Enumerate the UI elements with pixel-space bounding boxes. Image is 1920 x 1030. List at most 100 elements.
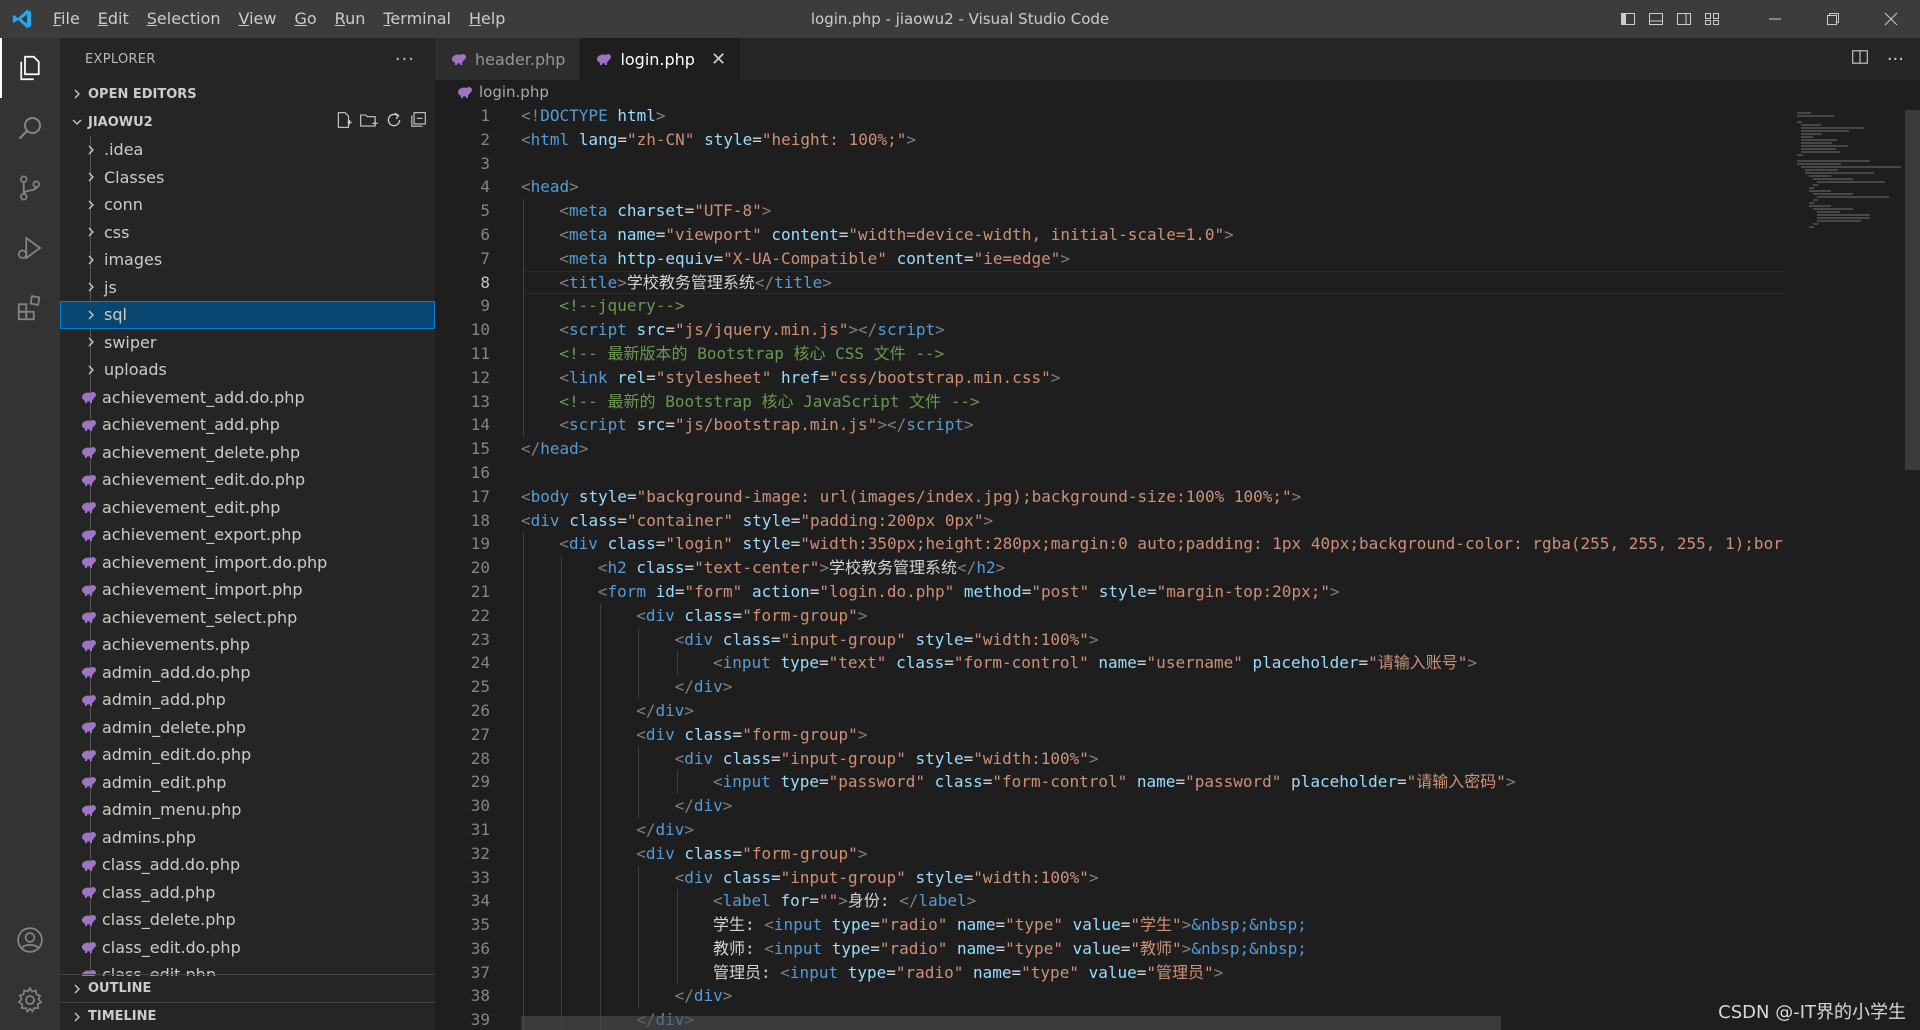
close-window-button[interactable]	[1862, 0, 1920, 38]
folder-item[interactable]: Classes	[60, 164, 435, 192]
folder-item[interactable]: uploads	[60, 356, 435, 384]
folder-item[interactable]: sql	[60, 301, 435, 329]
open-editors-section[interactable]: OPEN EDITORS	[60, 80, 435, 108]
code-token: input	[773, 915, 823, 935]
file-item[interactable]: achievement_add.php	[60, 411, 435, 439]
horizontal-scrollbar[interactable]	[521, 1016, 1501, 1030]
minimap[interactable]	[1785, 104, 1905, 284]
refresh-icon[interactable]	[385, 111, 403, 133]
breadcrumb[interactable]: login.php	[435, 80, 1920, 104]
run-debug-icon[interactable]	[0, 218, 60, 278]
search-icon[interactable]	[0, 98, 60, 158]
new-folder-icon[interactable]	[359, 111, 379, 133]
file-item[interactable]: achievement_import.php	[60, 576, 435, 604]
minimap-line	[1801, 133, 1822, 135]
editor-tab[interactable]: login.php ✕	[580, 38, 742, 80]
menu-item[interactable]: Selection	[138, 0, 230, 38]
code-token: >	[857, 843, 868, 863]
code-token: </	[674, 796, 694, 816]
code-token: input	[722, 772, 771, 792]
file-item[interactable]: achievement_select.php	[60, 604, 435, 632]
minimap-line	[1797, 154, 1804, 156]
restore-button[interactable]	[1804, 0, 1862, 38]
split-editor-icon[interactable]	[1851, 48, 1869, 70]
code-token: >	[966, 891, 977, 911]
file-item[interactable]: achievement_edit.do.php	[60, 466, 435, 494]
file-item[interactable]: achievement_edit.php	[60, 494, 435, 522]
source-control-icon[interactable]	[0, 158, 60, 218]
folder-section-header[interactable]: JIAOWU2	[60, 108, 435, 136]
folder-label: conn	[104, 195, 143, 215]
code-token: 学生:	[713, 915, 765, 935]
folder-item[interactable]: css	[60, 219, 435, 247]
code-token: >	[1505, 772, 1516, 792]
file-item[interactable]: class_edit.do.php	[60, 934, 435, 962]
account-icon[interactable]	[0, 910, 60, 970]
new-file-icon[interactable]	[335, 111, 353, 133]
more-actions-icon[interactable]: ···	[1887, 49, 1904, 70]
code-token: div	[645, 724, 675, 744]
code-line: 4 <head>	[435, 175, 1785, 199]
file-item[interactable]: achievement_add.do.php	[60, 384, 435, 412]
customize-layout-icon[interactable]	[1698, 0, 1726, 38]
code-token: "radio"	[879, 915, 948, 935]
file-item[interactable]: class_add.php	[60, 879, 435, 907]
code-token: style	[578, 486, 627, 506]
minimap-line	[1813, 178, 1853, 180]
menu-item[interactable]: View	[230, 0, 286, 38]
outline-section[interactable]: OUTLINE	[60, 974, 435, 1002]
menu-item[interactable]: Run	[326, 0, 375, 38]
toggle-panel-icon[interactable]	[1642, 0, 1670, 38]
folder-item[interactable]: .idea	[60, 136, 435, 164]
vertical-scrollbar[interactable]	[1905, 110, 1920, 470]
file-item[interactable]: achievement_delete.php	[60, 439, 435, 467]
folder-item[interactable]: swiper	[60, 329, 435, 357]
line-number: 26	[470, 700, 490, 720]
code-line: 26 </div>	[435, 698, 1785, 723]
file-item[interactable]: admin_edit.php	[60, 769, 435, 797]
menu-item[interactable]: File	[44, 0, 89, 38]
file-item[interactable]: admin_add.php	[60, 686, 435, 714]
file-item[interactable]: achievement_import.do.php	[60, 549, 435, 577]
php-file-icon	[80, 611, 98, 624]
more-actions-icon[interactable]: ···	[395, 49, 415, 70]
code-token: form	[607, 581, 646, 601]
folder-item[interactable]: images	[60, 246, 435, 274]
menu-item[interactable]: Help	[460, 0, 514, 38]
menu-item[interactable]: Edit	[89, 0, 138, 38]
minimize-button[interactable]	[1746, 0, 1804, 38]
code-token: <	[713, 891, 723, 911]
toggle-secondary-sidebar-icon[interactable]	[1670, 0, 1698, 38]
file-label: admin_delete.php	[102, 717, 247, 737]
menu-item[interactable]: Go	[285, 0, 325, 38]
code-token: rel	[617, 367, 647, 387]
file-item[interactable]: admins.php	[60, 824, 435, 852]
menu-item[interactable]: Terminal	[374, 0, 460, 38]
explorer-icon[interactable]	[0, 38, 60, 98]
code-editor[interactable]: 1 <!DOCTYPE html> 2 <html lang="zh-CN" styl…	[435, 104, 1785, 1030]
collapse-all-icon[interactable]	[409, 111, 427, 133]
code-token: "password"	[1185, 772, 1282, 792]
code-token: =	[870, 938, 880, 958]
line-number: 16	[470, 462, 490, 482]
code-token: <	[559, 224, 570, 244]
file-item[interactable]: admin_delete.php	[60, 714, 435, 742]
folder-item[interactable]: js	[60, 274, 435, 302]
file-item[interactable]: admin_menu.php	[60, 796, 435, 824]
editor-tab[interactable]: header.php	[435, 38, 581, 80]
file-item[interactable]: class_delete.php	[60, 906, 435, 934]
timeline-section[interactable]: TIMELINE	[60, 1002, 435, 1030]
settings-gear-icon[interactable]	[0, 970, 60, 1030]
close-tab-icon[interactable]: ✕	[711, 49, 726, 70]
file-item[interactable]: admin_add.do.php	[60, 659, 435, 687]
extensions-icon[interactable]	[0, 278, 60, 338]
file-item[interactable]: admin_edit.do.php	[60, 741, 435, 769]
file-item[interactable]: class_add.do.php	[60, 851, 435, 879]
file-item[interactable]: achievement_export.php	[60, 521, 435, 549]
code-line: 24 <input type="text" class="form-control…	[435, 651, 1785, 676]
folder-item[interactable]: conn	[60, 191, 435, 219]
file-item[interactable]: achievements.php	[60, 631, 435, 659]
toggle-primary-sidebar-icon[interactable]	[1614, 0, 1642, 38]
